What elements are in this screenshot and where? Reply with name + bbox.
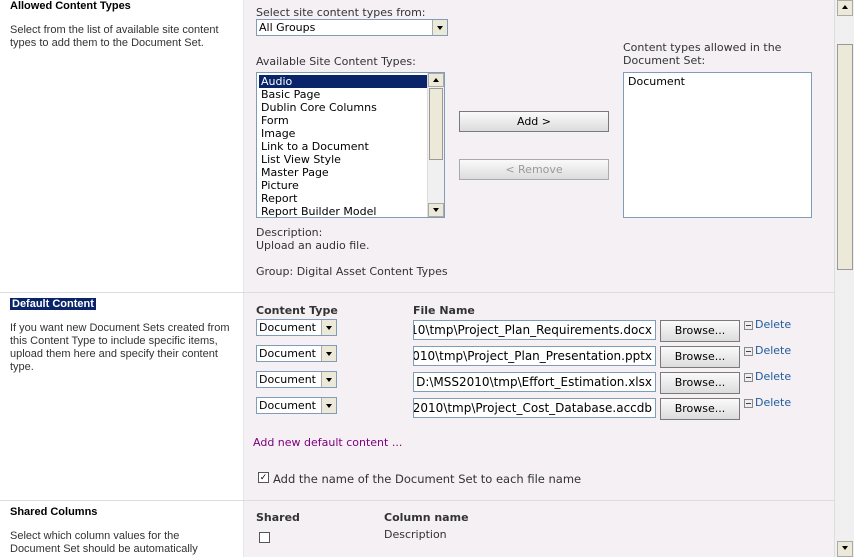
row-content-type-select[interactable]: Document	[256, 319, 337, 336]
delete-icon[interactable]	[744, 347, 753, 356]
listbox-scrollbar[interactable]	[427, 73, 444, 217]
shared-columns-title: Shared Columns	[10, 506, 98, 518]
row-delete-link[interactable]: Delete	[755, 396, 791, 409]
default-content-title: Default Content	[10, 298, 96, 310]
available-type-option[interactable]: Picture	[259, 179, 427, 192]
row-delete-link[interactable]: Delete	[755, 318, 791, 331]
chevron-down-icon[interactable]	[321, 346, 336, 361]
row-content-type-value: Document	[259, 347, 316, 360]
add-button[interactable]: Add >	[459, 111, 609, 132]
available-type-option[interactable]: Master Page	[259, 166, 427, 179]
section-divider	[0, 292, 834, 293]
row-file-name-input[interactable]: D:\MSS2010\tmp\Project_Plan_Presentation…	[413, 346, 656, 366]
available-types-listbox[interactable]: Audio Basic Page Dublin Core Columns Form Im…	[256, 72, 445, 218]
scroll-down-icon[interactable]	[428, 203, 444, 217]
available-type-option[interactable]: Report Builder Model	[259, 205, 427, 217]
page-scrollbar[interactable]	[834, 0, 854, 557]
row-content-type-select[interactable]: Document	[256, 371, 337, 388]
chevron-down-icon[interactable]	[321, 372, 336, 387]
delete-icon[interactable]	[744, 321, 753, 330]
group-text: Group: Digital Asset Content Types	[256, 265, 448, 278]
allowed-types-label: Content types allowed in the Document Se…	[623, 41, 782, 67]
row-file-name-input[interactable]: D:\MSS2010\tmp\Effort_Estimation.xlsx	[413, 372, 656, 392]
available-type-option[interactable]: Audio	[259, 75, 427, 88]
available-type-option[interactable]: Link to a Document	[259, 140, 427, 153]
scroll-thumb[interactable]	[429, 88, 443, 160]
chevron-down-icon[interactable]	[321, 320, 336, 335]
col-shared: Shared	[256, 511, 300, 524]
available-type-option[interactable]: Image	[259, 127, 427, 140]
row-browse-button[interactable]: Browse...	[660, 372, 740, 394]
row-content-type-select[interactable]: Document	[256, 345, 337, 362]
row-file-name-input[interactable]: D:\MSS2010\tmp\Project_Cost_Database.acc…	[413, 398, 656, 418]
available-types-items: Audio Basic Page Dublin Core Columns Form Im…	[259, 75, 427, 217]
settings-page: Allowed Content Types Select from the li…	[0, 0, 834, 557]
col-file-name: File Name	[413, 304, 475, 317]
row-content-type-select[interactable]: Document	[256, 397, 337, 414]
available-type-option[interactable]: Dublin Core Columns	[259, 101, 427, 114]
available-type-option[interactable]: Basic Page	[259, 88, 427, 101]
shared-column-name: Description	[384, 528, 447, 541]
row-file-name-value: D:\MSS2010\tmp\Project_Plan_Presentation…	[414, 349, 652, 363]
row-file-name-value: D:\MSS2010\tmp\Project_Cost_Database.acc…	[413, 401, 652, 415]
delete-icon[interactable]	[744, 399, 753, 408]
row-content-type-value: Document	[259, 373, 316, 386]
content-type-group-value: All Groups	[259, 21, 316, 34]
page-scroll-thumb[interactable]	[837, 44, 853, 270]
add-name-checkbox[interactable]: ✓	[258, 472, 269, 483]
col-content-type: Content Type	[256, 304, 338, 317]
allowed-content-types-title: Allowed Content Types	[10, 0, 131, 12]
chevron-down-icon[interactable]	[432, 20, 447, 35]
section-description-column	[0, 0, 244, 557]
remove-button[interactable]: < Remove	[459, 159, 609, 180]
add-name-checkbox-label: Add the name of the Document Set to each…	[273, 472, 582, 486]
section-divider-2	[0, 500, 834, 501]
row-browse-button[interactable]: Browse...	[660, 320, 740, 342]
description-label: Description:	[256, 226, 323, 239]
row-file-name-value: D:\MSS2010\tmp\Effort_Estimation.xlsx	[416, 375, 652, 389]
default-content-description: If you want new Document Sets created fr…	[10, 322, 230, 373]
select-from-label: Select site content types from:	[256, 6, 426, 19]
available-type-option[interactable]: Form	[259, 114, 427, 127]
row-content-type-value: Document	[259, 321, 316, 334]
allowed-types-items: Document	[626, 75, 809, 88]
col-column-name: Column name	[384, 511, 469, 524]
allowed-type-option[interactable]: Document	[626, 75, 809, 88]
available-type-option[interactable]: List View Style	[259, 153, 427, 166]
allowed-content-types-description: Select from the list of available site c…	[10, 24, 219, 49]
content-type-group-select[interactable]: All Groups	[256, 19, 448, 36]
row-file-name-input[interactable]: D:\MSS2010\tmp\Project_Plan_Requirements…	[413, 320, 656, 340]
available-type-option[interactable]: Report	[259, 192, 427, 205]
shared-columns-description: Select which column values for the Docum…	[10, 530, 198, 555]
row-delete-link[interactable]: Delete	[755, 344, 791, 357]
description-value: Upload an audio file.	[256, 239, 370, 252]
page-scroll-down-icon[interactable]	[837, 541, 853, 557]
page-scroll-up-icon[interactable]	[837, 0, 853, 16]
shared-checkbox[interactable]	[259, 532, 270, 543]
allowed-types-listbox[interactable]: Document	[623, 72, 812, 218]
row-content-type-value: Document	[259, 399, 316, 412]
add-new-default-content-link[interactable]: Add new default content ...	[253, 436, 402, 449]
available-types-label: Available Site Content Types:	[256, 55, 416, 68]
row-delete-link[interactable]: Delete	[755, 370, 791, 383]
row-browse-button[interactable]: Browse...	[660, 398, 740, 420]
delete-icon[interactable]	[744, 373, 753, 382]
scroll-up-icon[interactable]	[428, 73, 444, 87]
row-browse-button[interactable]: Browse...	[660, 346, 740, 368]
row-file-name-value: D:\MSS2010\tmp\Project_Plan_Requirements…	[414, 323, 652, 337]
chevron-down-icon[interactable]	[321, 398, 336, 413]
